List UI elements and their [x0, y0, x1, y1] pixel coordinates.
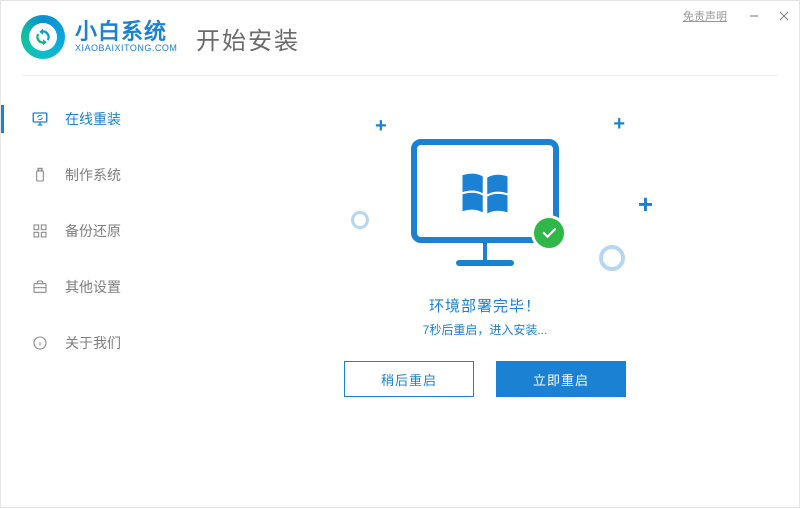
- close-icon: [779, 11, 789, 21]
- decoration-plus-icon: +: [375, 115, 387, 138]
- briefcase-icon: [31, 278, 49, 296]
- brand-block: 小白系统 XIAOBAIXITONG.COM: [75, 20, 177, 54]
- restart-later-button[interactable]: 稍后重启: [344, 361, 474, 397]
- sidebar-item-backup[interactable]: 备份还原: [1, 203, 169, 259]
- sidebar-item-make-system[interactable]: 制作系统: [1, 147, 169, 203]
- main-content: + + + 环境部署完毕！ 7秒后重启，进入安装... 稍后重启 立即重启: [191, 89, 779, 487]
- usb-icon: [31, 166, 49, 184]
- sidebar-item-label: 备份还原: [65, 221, 121, 241]
- brand-subtitle: XIAOBAIXITONG.COM: [75, 44, 177, 54]
- page-title: 开始安装: [196, 21, 300, 56]
- minimize-button[interactable]: [739, 1, 769, 31]
- decoration-plus-icon: +: [613, 113, 625, 136]
- sidebar-item-label: 关于我们: [65, 333, 121, 353]
- monitor-refresh-icon: [31, 110, 49, 128]
- sidebar-item-about[interactable]: 关于我们: [1, 315, 169, 371]
- button-row: 稍后重启 立即重启: [191, 361, 779, 397]
- sidebar-item-settings[interactable]: 其他设置: [1, 259, 169, 315]
- sidebar-item-label: 在线重装: [65, 109, 121, 129]
- windows-logo-icon: [458, 164, 512, 218]
- sidebar-item-label: 制作系统: [65, 165, 121, 185]
- close-button[interactable]: [769, 1, 799, 31]
- decoration-circle-icon: [599, 245, 625, 271]
- restart-now-button[interactable]: 立即重启: [496, 361, 626, 397]
- sidebar: 在线重装 制作系统 备份还原 其他设置 关于我们: [1, 91, 169, 371]
- sidebar-item-reinstall[interactable]: 在线重装: [1, 91, 169, 147]
- status-sub-message: 7秒后重启，进入安装...: [191, 321, 779, 338]
- checkmark-badge-icon: [531, 215, 567, 251]
- decoration-circle-icon: [351, 211, 369, 229]
- info-icon: [31, 334, 49, 352]
- app-header: 小白系统 XIAOBAIXITONG.COM: [21, 15, 177, 59]
- success-illustration: + + +: [305, 109, 665, 289]
- minimize-icon: [749, 11, 759, 21]
- header-divider: [21, 75, 779, 76]
- brand-title: 小白系统: [75, 20, 177, 44]
- disclaimer-link[interactable]: 免责声明: [671, 8, 739, 24]
- sidebar-item-label: 其他设置: [65, 277, 121, 297]
- status-message: 环境部署完毕！: [191, 295, 779, 316]
- decoration-plus-icon: +: [638, 189, 653, 220]
- app-logo: [21, 15, 65, 59]
- monitor-illustration: [411, 139, 559, 266]
- grid-icon: [31, 222, 49, 240]
